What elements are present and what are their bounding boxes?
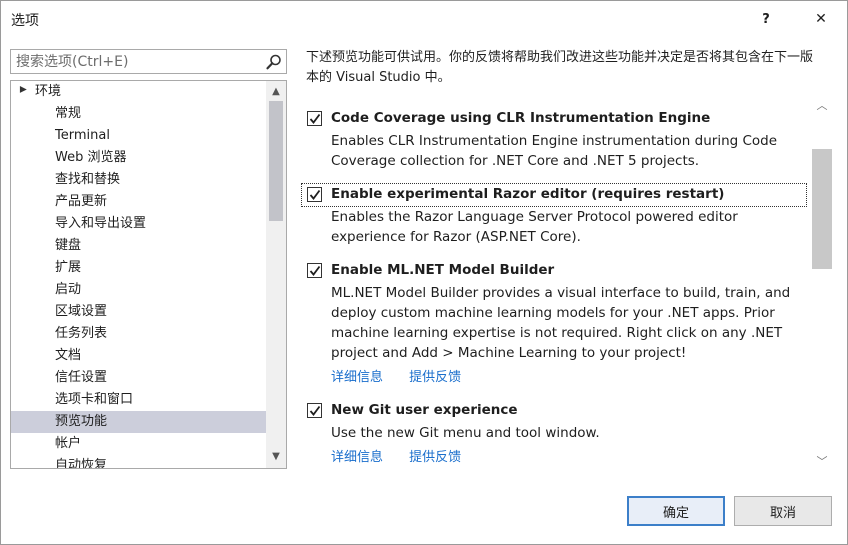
feature-description: Enables CLR Instrumentation Engine instr… [331, 133, 778, 169]
tree-item-environment[interactable]: ▲ 环境 [11, 81, 267, 103]
tree-item-label: 启动 [55, 282, 82, 297]
feature-item: Code Coverage using CLR Instrumentation … [301, 107, 807, 171]
intro-text: 下述预览功能可供试用。你的反馈将帮助我们改进这些功能并决定是否将其包含在下一版本… [306, 50, 814, 85]
tree-item-label: 键盘 [55, 238, 82, 253]
search-box [10, 49, 287, 74]
feature-checkbox[interactable] [307, 111, 322, 126]
tree-item-label: 自动恢复 [55, 458, 108, 469]
dialog-title: 选项 [11, 13, 39, 29]
expand-arrow-icon[interactable]: ▲ [12, 86, 34, 98]
cancel-button[interactable]: 取消 [734, 496, 832, 526]
tree-item-label: 帐户 [55, 436, 82, 451]
tree-item-label: 任务列表 [55, 326, 108, 341]
feature-item: Enable experimental Razor editor (requir… [301, 183, 807, 247]
tree-item[interactable]: 文档 [11, 345, 267, 367]
tree-item[interactable]: 选项卡和窗口 [11, 389, 267, 411]
feature-checkbox[interactable] [307, 403, 322, 418]
tree-item[interactable]: 导入和导出设置 [11, 213, 267, 235]
ok-button[interactable]: 确定 [627, 496, 725, 526]
scroll-up-icon[interactable]: ▲ [266, 83, 286, 101]
feature-checkbox[interactable] [307, 263, 322, 278]
feature-row[interactable]: Code Coverage using CLR Instrumentation … [301, 107, 807, 131]
tree-item-label: 常规 [55, 106, 82, 121]
feature-description: Enables the Razor Language Server Protoc… [331, 209, 738, 245]
tree-item-label: 区域设置 [55, 304, 108, 319]
details-link[interactable]: 详细信息 [331, 370, 383, 385]
feature-title: Enable ML.NET Model Builder [331, 262, 555, 278]
feature-checkbox[interactable] [307, 187, 322, 202]
tree-item-label: 预览功能 [55, 414, 108, 429]
feature-description: Use the new Git menu and tool window. [331, 425, 600, 441]
tree-item-label: 查找和替换 [55, 172, 121, 187]
feature-item: New Git user experience Use the new Git … [301, 399, 807, 466]
close-icon: ✕ [815, 11, 827, 27]
features-scroll-thumb[interactable] [812, 149, 832, 269]
tree-item[interactable]: Web 浏览器 [11, 147, 267, 169]
tree-item-label: 环境 [35, 84, 62, 99]
tree-item[interactable]: 帐户 [11, 433, 267, 455]
feature-title: Enable experimental Razor editor (requir… [331, 186, 725, 202]
feature-title: Code Coverage using CLR Instrumentation … [331, 110, 711, 126]
close-button[interactable]: ✕ [804, 5, 838, 33]
tree-item-label: 文档 [55, 348, 82, 363]
tree-item-label: 信任设置 [55, 370, 108, 385]
tree-item[interactable]: 键盘 [11, 235, 267, 257]
options-tree: ▲ 环境 常规 Terminal Web 浏览器 查找和替换 产品更新 导入和导出设置 键盘 扩展… [10, 80, 287, 469]
tree-item[interactable]: 产品更新 [11, 191, 267, 213]
tree-item[interactable]: Terminal [11, 125, 267, 147]
options-dialog: 选项 ? ✕ ▲环境常规TerminalWeb 浏览器查找和替换产品更新导入和导… [0, 0, 848, 545]
checkmark-icon [309, 265, 321, 276]
tree-item[interactable]: 自动恢复 [11, 455, 267, 469]
checkmark-icon [309, 405, 321, 416]
feedback-link[interactable]: 提供反馈 [409, 450, 461, 465]
feature-item: Enable ML.NET Model Builder ML.NET Model… [301, 259, 807, 386]
tree-item[interactable]: 任务列表 [11, 323, 267, 345]
checkmark-icon [309, 113, 321, 124]
tree-item-label: Web 浏览器 [55, 150, 127, 165]
tree-item-label: 选项卡和窗口 [55, 392, 134, 407]
tree-scroll-thumb[interactable] [269, 101, 283, 221]
tree-item[interactable]: 预览功能 [11, 411, 267, 433]
help-button[interactable]: ? [749, 5, 783, 33]
feature-row[interactable]: New Git user experience [301, 399, 807, 423]
feature-links: 详细信息 提供反馈 [331, 366, 807, 386]
feature-description: ML.NET Model Builder provides a visual i… [331, 285, 791, 361]
tree-item-label: 扩展 [55, 260, 82, 275]
details-link[interactable]: 详细信息 [331, 450, 383, 465]
search-input[interactable] [16, 52, 256, 71]
tree-item[interactable]: 区域设置 [11, 301, 267, 323]
tree-scrollbar[interactable]: ▲ ▼ [266, 81, 286, 468]
feature-row[interactable]: Enable experimental Razor editor (requir… [301, 183, 807, 207]
tree-item[interactable]: 常规 [11, 103, 267, 125]
tree-item[interactable]: 信任设置 [11, 367, 267, 389]
feature-title: New Git user experience [331, 402, 518, 418]
tree-item-label: 导入和导出设置 [55, 216, 147, 231]
features-scrollbar[interactable]: ︿ ﹀ [812, 97, 832, 469]
tree-item[interactable]: 启动 [11, 279, 267, 301]
scroll-down-icon[interactable]: ▼ [266, 448, 286, 466]
tree-item-label: Terminal [55, 128, 110, 143]
feature-links: 详细信息 提供反馈 [331, 446, 807, 466]
search-icon[interactable] [265, 53, 283, 71]
tree-list: ▲ 环境常规 Terminal Web 浏览器 查找和替换产品更新导入和导出设置 键盘扩展… [11, 81, 267, 469]
tree-item[interactable]: 查找和替换 [11, 169, 267, 191]
feature-list: Code Coverage using CLR Instrumentation … [301, 105, 807, 471]
tree-item[interactable]: 扩展 [11, 257, 267, 279]
tree-item-label: 产品更新 [55, 194, 108, 209]
title-bar: 选项 ? ✕ [1, 1, 847, 38]
scroll-up-icon[interactable]: ︿ [812, 97, 832, 113]
feature-row[interactable]: Enable ML.NET Model Builder [301, 259, 807, 283]
checkmark-icon [309, 189, 321, 200]
feedback-link[interactable]: 提供反馈 [409, 370, 461, 385]
scroll-down-icon[interactable]: ﹀ [812, 453, 832, 469]
